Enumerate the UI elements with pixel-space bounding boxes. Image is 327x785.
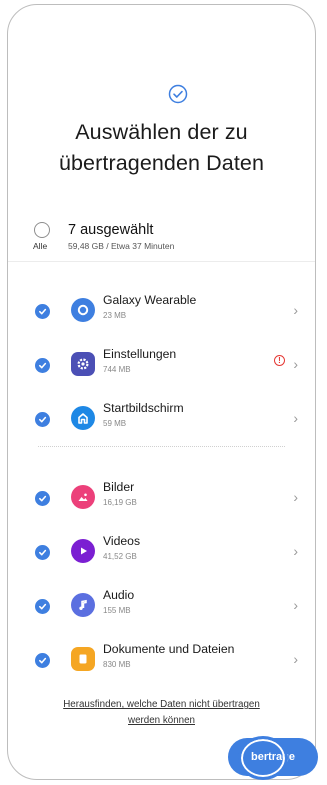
item-name: Audio bbox=[103, 588, 135, 602]
select-all-label: Alle bbox=[33, 241, 48, 251]
link-line-2: werden können bbox=[128, 715, 195, 726]
item-size: 23 MB bbox=[103, 311, 127, 320]
item-name: Bilder bbox=[103, 480, 135, 494]
page-title: Auswählen der zu übertragenden Daten bbox=[8, 117, 315, 179]
list-item-audio[interactable]: Audio 155 MB › bbox=[8, 585, 315, 629]
selected-count: 7 ausgewählt bbox=[68, 222, 154, 238]
list-item-startbildschirm[interactable]: Startbildschirm 59 MB › bbox=[8, 398, 315, 442]
checkbox-checked-icon[interactable] bbox=[35, 304, 50, 319]
list-item-dokumente[interactable]: Dokumente und Dateien 830 MB › bbox=[8, 639, 315, 683]
document-icon bbox=[71, 647, 95, 671]
checkbox-checked-icon[interactable] bbox=[35, 545, 50, 560]
checkbox-checked-icon[interactable] bbox=[35, 653, 50, 668]
gallery-icon bbox=[71, 485, 95, 509]
video-play-icon bbox=[71, 539, 95, 563]
divider bbox=[8, 261, 315, 262]
item-size: 830 MB bbox=[103, 660, 131, 669]
list-item-videos[interactable]: Videos 41,52 GB › bbox=[8, 531, 315, 575]
checkbox-checked-icon[interactable] bbox=[35, 358, 50, 373]
chevron-right-icon[interactable]: › bbox=[293, 543, 298, 559]
item-name: Dokumente und Dateien bbox=[103, 642, 235, 656]
item-size: 16,19 GB bbox=[103, 498, 137, 507]
title-line-2: übertragenden Daten bbox=[58, 151, 265, 175]
section-divider bbox=[38, 446, 285, 447]
checkmark-circle-icon bbox=[168, 84, 188, 104]
item-size: 59 MB bbox=[103, 419, 127, 428]
chevron-right-icon[interactable]: › bbox=[293, 410, 298, 426]
tap-highlight-ring bbox=[238, 736, 288, 780]
checkbox-checked-icon[interactable] bbox=[35, 491, 50, 506]
list-item-galaxy-wearable[interactable]: Galaxy Wearable 23 MB › bbox=[8, 290, 315, 334]
chevron-right-icon[interactable]: › bbox=[293, 302, 298, 318]
list-item-bilder[interactable]: Bilder 16,19 GB › bbox=[8, 477, 315, 521]
item-name: Startbildschirm bbox=[103, 401, 184, 415]
item-size: 41,52 GB bbox=[103, 552, 137, 561]
checkbox-checked-icon[interactable] bbox=[35, 599, 50, 614]
item-name: Videos bbox=[103, 534, 141, 548]
phone-frame: Auswählen der zu übertragenden Daten All… bbox=[7, 4, 316, 780]
settings-gear-icon bbox=[71, 352, 95, 376]
item-name: Einstellungen bbox=[103, 347, 177, 361]
chevron-right-icon[interactable]: › bbox=[293, 489, 298, 505]
item-name: Galaxy Wearable bbox=[103, 293, 197, 307]
checkbox-checked-icon[interactable] bbox=[35, 412, 50, 427]
list-item-einstellungen[interactable]: Einstellungen 744 MB ! › bbox=[8, 344, 315, 388]
warning-icon[interactable]: ! bbox=[274, 355, 285, 366]
music-note-icon bbox=[71, 593, 95, 617]
home-icon bbox=[71, 406, 95, 430]
chevron-right-icon[interactable]: › bbox=[293, 356, 298, 372]
chevron-right-icon[interactable]: › bbox=[293, 597, 298, 613]
item-size: 155 MB bbox=[103, 606, 131, 615]
title-line-1: Auswählen der zu bbox=[75, 120, 248, 144]
selected-size-time: 59,48 GB / Etwa 37 Minuten bbox=[68, 241, 175, 251]
galaxy-wearable-icon bbox=[71, 298, 95, 322]
item-size: 744 MB bbox=[103, 365, 131, 374]
untransferable-data-link[interactable]: Herausfinden, welche Daten nicht übertra… bbox=[8, 697, 315, 729]
link-line-1: Herausfinden, welche Daten nicht übertra… bbox=[63, 699, 260, 710]
chevron-right-icon[interactable]: › bbox=[293, 651, 298, 667]
select-all-radio[interactable] bbox=[34, 222, 50, 238]
